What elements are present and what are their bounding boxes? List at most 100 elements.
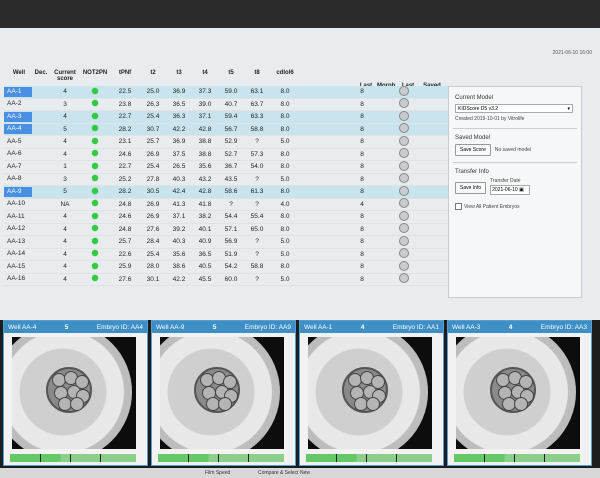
last-image-icon[interactable] — [399, 98, 409, 109]
timeline-bar[interactable] — [306, 454, 432, 462]
well-cell[interactable]: AA-5 — [4, 137, 32, 147]
table-row[interactable]: AA-16 4 27.6 30.1 42.2 45.5 60.0? 5.0 8 — [4, 273, 448, 286]
well-cell[interactable]: AA-15 — [4, 262, 32, 272]
timeline-tick — [366, 454, 367, 462]
embryo-thumbnail[interactable]: Well AA-4 5 Embryo ID: AA4 — [3, 320, 148, 466]
transfer-date-input[interactable]: 2021-06-10 ▣ — [490, 185, 531, 195]
time-cell-t4: 35.6 — [198, 163, 212, 171]
last-image-icon[interactable] — [399, 223, 409, 234]
table-row[interactable]: AA-12 4 24.8 27.6 39.2 40.1 57.1 65.0 8.0 8 — [4, 223, 448, 236]
well-cell[interactable]: AA-7 — [4, 162, 32, 172]
table-row[interactable]: AA-9 5 28.2 30.5 42.4 42.8 58.6 61.3 8.0 8 — [4, 185, 448, 199]
compare-select-button[interactable]: Compare & Select New — [258, 470, 310, 476]
timeline-tick — [188, 454, 189, 462]
col-header-t8[interactable]: t8 — [244, 70, 270, 86]
score-cell: 4 — [63, 113, 67, 121]
col-header-not2pn[interactable]: NOT2PN — [80, 70, 110, 86]
timeline-tick — [218, 454, 219, 462]
last-image-icon[interactable] — [399, 260, 409, 271]
last-image-icon[interactable] — [399, 235, 409, 246]
time-cell-t8: 54.0 — [250, 163, 264, 171]
model-created-text: Created 2019-10-01 by Vitrolife — [455, 116, 525, 122]
table-row[interactable]: AA-7 1 22.7 25.4 26.5 35.6 36.7 54.0 8.0 8 — [4, 160, 448, 174]
last-image-icon[interactable] — [399, 248, 409, 259]
col-header-t2[interactable]: t2 — [140, 70, 166, 86]
table-row[interactable]: AA-1 4 22.5 25.0 36.9 37.3 59.0 63.1 8.0 8 — [4, 85, 448, 99]
table-row[interactable]: AA-5 4 23.1 25.7 36.9 38.8 52.9? 5.0 8 — [4, 135, 448, 149]
score-cell: 4 — [63, 238, 67, 246]
well-cell[interactable]: AA-6 — [4, 149, 32, 159]
col-header-t5[interactable]: t5 — [218, 70, 244, 86]
time-cell-t5: 52.9 — [224, 138, 238, 146]
table-row[interactable]: AA-10 NA 24.8 26.9 41.3 41.8?? 4.0 4 — [4, 198, 448, 211]
last-image-icon[interactable] — [399, 148, 409, 159]
timeline-bar[interactable] — [158, 454, 284, 462]
timeline-bar[interactable] — [10, 454, 136, 462]
time-cell-t4: 42.8 — [198, 125, 212, 133]
last-stage-cell: 8 — [360, 275, 364, 283]
view-all-embryos-checkbox[interactable] — [455, 203, 462, 210]
col-header-well[interactable]: Well — [6, 70, 32, 86]
time-cell-t4: 37.3 — [198, 88, 212, 96]
film-speed-label[interactable]: Film Speed — [205, 470, 230, 476]
last-image-icon[interactable] — [399, 173, 409, 184]
timeline-tick — [40, 454, 41, 462]
embryo-thumbnail[interactable]: Well AA-1 4 Embryo ID: AA1 — [299, 320, 444, 466]
well-cell[interactable]: AA-10 — [4, 199, 32, 209]
table-row[interactable]: AA-14 4 22.6 25.4 35.6 36.5 51.9? 5.0 8 — [4, 248, 448, 261]
table-row[interactable]: AA-4 5 28.2 30.7 42.2 42.8 56.7 58.8 8.0 8 — [4, 123, 448, 136]
time-cell-tpnf: 28.2 — [118, 188, 132, 196]
time-cell-t8: ? — [255, 138, 259, 146]
well-cell[interactable]: AA-9 — [4, 186, 32, 197]
last-image-icon[interactable] — [399, 110, 409, 121]
table-row[interactable]: AA-2 3 23.8 26.3 36.5 39.0 40.7 63.7 8.0 8 — [4, 98, 448, 111]
model-select[interactable]: KIDScore D5 v3.2 ▾ — [455, 104, 573, 113]
last-image-icon[interactable] — [399, 273, 409, 284]
well-cell[interactable]: AA-14 — [4, 249, 32, 259]
not2pn-cell — [80, 112, 110, 121]
status-dot-icon — [92, 175, 98, 182]
well-cell[interactable]: AA-3 — [4, 111, 32, 122]
embryo-thumbnail[interactable]: Well AA-9 5 Embryo ID: AA9 — [151, 320, 296, 466]
well-cell[interactable]: AA-11 — [4, 212, 32, 222]
score-cell: 3 — [63, 100, 67, 108]
embryo-thumbnail[interactable]: Well AA-3 4 Embryo ID: AA3 — [447, 320, 592, 466]
save-score-button[interactable]: Save Score — [455, 144, 491, 156]
well-cell[interactable]: AA-13 — [4, 237, 32, 247]
last-image-icon[interactable] — [399, 160, 409, 171]
time-cell-t3: 39.2 — [172, 225, 186, 233]
well-cell[interactable]: AA-8 — [4, 174, 32, 184]
thumbnail-header: Well AA-1 4 Embryo ID: AA1 — [300, 321, 443, 333]
table-row[interactable]: AA-15 4 25.9 28.0 38.6 40.5 54.2 58.8 8.0 8 — [4, 260, 448, 274]
col-header-t3[interactable]: t3 — [166, 70, 192, 86]
save-info-button[interactable]: Save Info — [455, 182, 487, 194]
time-cell-tpnf: 22.7 — [118, 163, 132, 171]
timeline-bar[interactable] — [454, 454, 580, 462]
col-header-cdlol6[interactable]: cdlol6 — [270, 70, 300, 86]
well-cell[interactable]: AA-2 — [4, 99, 32, 109]
well-cell[interactable]: AA-4 — [4, 124, 32, 135]
table-row[interactable]: AA-3 4 22.7 25.4 36.3 37.1 59.4 63.3 8.0 8 — [4, 110, 448, 124]
last-image-icon[interactable] — [399, 135, 409, 146]
col-header-score[interactable]: Current score — [50, 70, 80, 86]
table-row[interactable]: AA-13 4 25.7 28.4 40.3 40.9 56.9? 5.0 8 — [4, 235, 448, 249]
last-image-icon[interactable] — [399, 185, 409, 196]
well-cell[interactable]: AA-1 — [4, 86, 32, 97]
last-image-icon[interactable] — [399, 198, 409, 209]
not2pn-cell — [80, 237, 110, 246]
col-header-t4[interactable]: t4 — [192, 70, 218, 86]
calendar-icon[interactable]: ▣ — [519, 187, 524, 193]
well-cell[interactable]: AA-16 — [4, 274, 32, 284]
saved-model-title: Saved Model — [455, 135, 491, 141]
last-image-icon[interactable] — [399, 85, 409, 96]
time-cell-t2: 26.9 — [146, 150, 160, 158]
table-row[interactable]: AA-11 4 24.6 26.9 37.1 38.2 54.4 55.4 8.0 8 — [4, 210, 448, 224]
last-image-icon[interactable] — [399, 210, 409, 221]
col-header-dec[interactable]: Dec. — [32, 70, 50, 86]
time-cell-t3: 26.5 — [172, 163, 186, 171]
table-row[interactable]: AA-8 3 25.2 27.8 40.3 43.2 43.5? 5.0 8 — [4, 173, 448, 186]
last-image-icon[interactable] — [399, 123, 409, 134]
well-cell[interactable]: AA-12 — [4, 224, 32, 234]
table-row[interactable]: AA-6 4 24.6 26.9 37.5 38.8 52.7 57.3 8.0 8 — [4, 148, 448, 161]
col-header-tpnf[interactable]: tPNf — [110, 70, 140, 86]
